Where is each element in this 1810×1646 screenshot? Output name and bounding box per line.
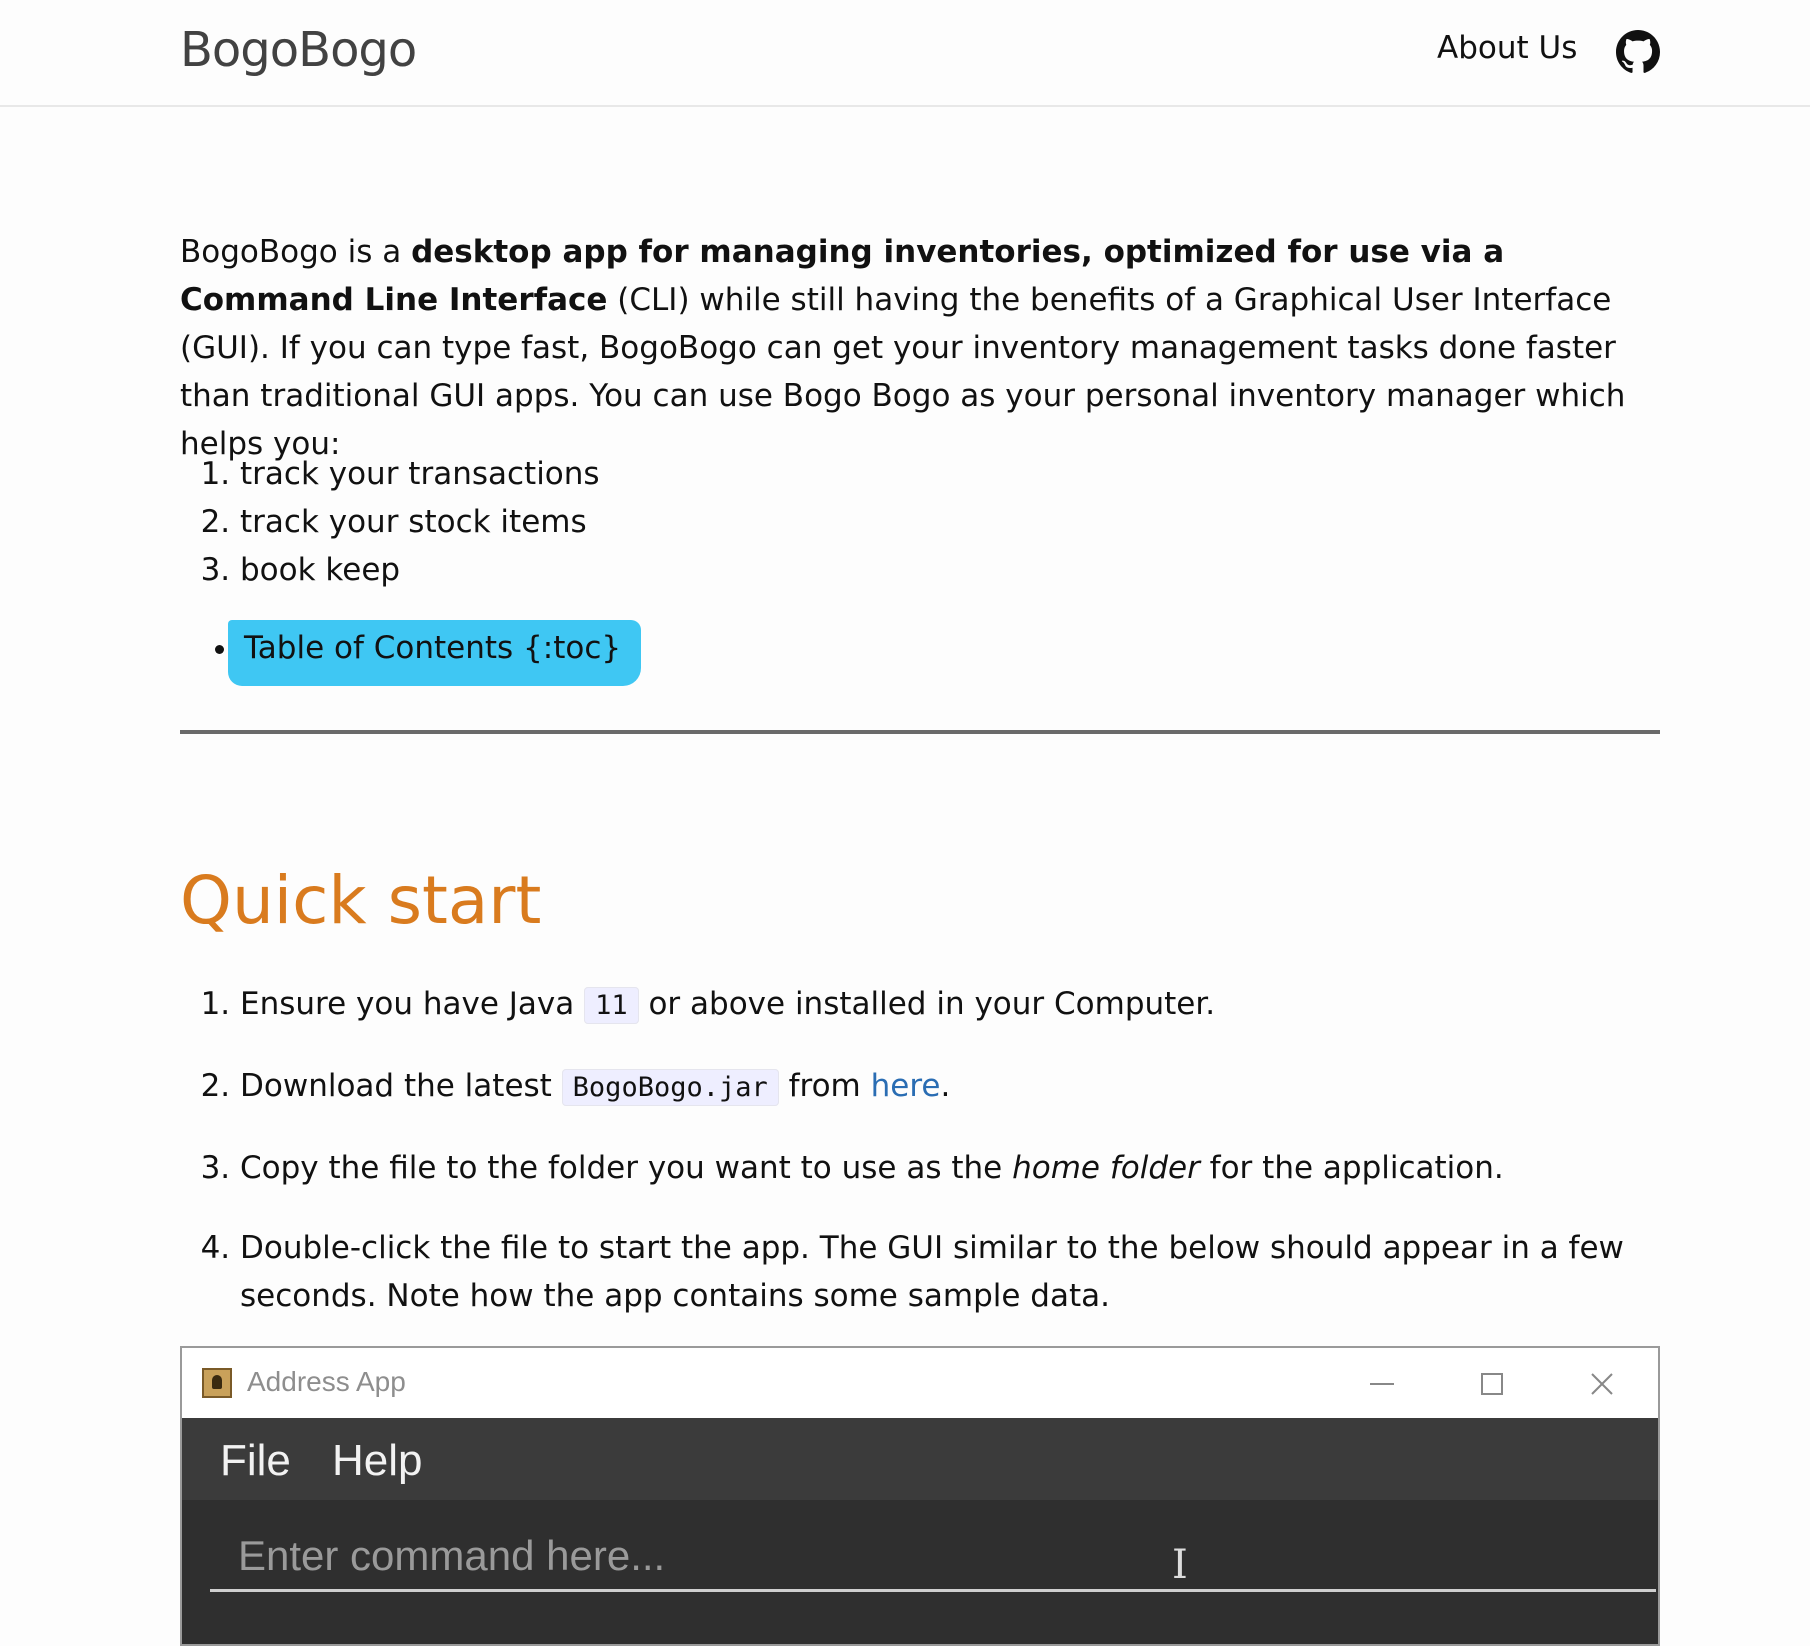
toc-label[interactable]: Table of Contents {:toc} [227,620,642,686]
step-text: Download the latest [240,1068,562,1104]
site-header: BogoBogo About Us [0,0,1810,107]
app-menubar: File Help [182,1418,1658,1500]
step-text: from [778,1068,871,1104]
step-text: or above installed in your Computer. [638,986,1216,1022]
inline-code: 11 [584,987,639,1024]
nav-about-us-link[interactable]: About Us [1437,30,1577,66]
step-item: Ensure you have Java 11 or above install… [240,980,1660,1030]
maximize-icon[interactable] [1472,1364,1512,1404]
address-book-icon [202,1368,232,1398]
step-text: . [940,1068,951,1104]
intro-paragraph: BogoBogo is a desktop app for managing i… [180,228,1660,468]
menu-file[interactable]: File [220,1436,291,1486]
step-text: Double-click the file to start the app. … [240,1230,1624,1314]
quick-start-heading: Quick start [180,862,542,939]
app-titlebar: Address App [182,1348,1658,1418]
close-icon[interactable] [1582,1364,1622,1404]
app-window-title: Address App [247,1366,406,1397]
minimize-icon[interactable] [1362,1364,1402,1404]
step-item: Copy the file to the folder you want to … [240,1144,1660,1192]
site-title[interactable]: BogoBogo [180,22,417,78]
list-item: book keep [240,546,600,594]
step-text: for the application. [1199,1150,1504,1186]
horizontal-rule [180,730,1660,734]
step-item: Double-click the file to start the app. … [240,1224,1660,1320]
github-icon[interactable] [1616,30,1660,74]
inline-code: BogoBogo.jar [561,1069,779,1106]
quick-start-steps: Ensure you have Java 11 or above install… [180,980,1660,1320]
command-input[interactable] [210,1522,1656,1592]
intro-text-1: BogoBogo is a [180,234,412,270]
toc-item: Table of Contents {:toc} [227,620,642,686]
toc-list: Table of Contents {:toc} [180,620,642,686]
menu-help[interactable]: Help [332,1436,423,1486]
step-text: Ensure you have Java [240,986,585,1022]
step-emphasis: home folder [1012,1150,1200,1186]
step-item: Download the latest BogoBogo.jar from he… [240,1062,1660,1112]
list-item: track your stock items [240,498,600,546]
step-text: Copy the file to the folder you want to … [240,1150,1013,1186]
download-here-link[interactable]: here [871,1068,941,1104]
feature-list: track your transactions track your stock… [180,450,600,594]
text-cursor-icon: I [1172,1542,1188,1588]
command-bar: I [182,1500,1658,1644]
list-item: track your transactions [240,450,600,498]
app-screenshot-window: Address App File Help I [180,1346,1660,1646]
